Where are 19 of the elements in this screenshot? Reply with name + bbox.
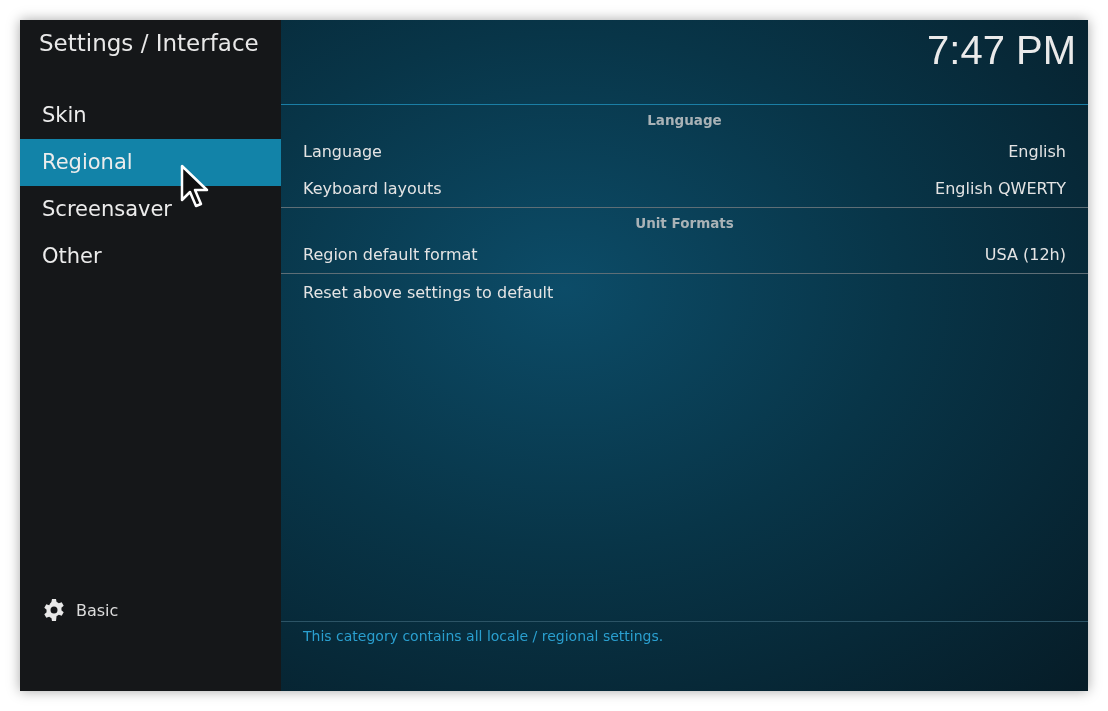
setting-label[interactable]: Keyboard layouts — [303, 179, 442, 198]
reset-button[interactable]: Reset above settings to default — [303, 283, 554, 302]
setting-value[interactable]: English — [1008, 142, 1066, 161]
category-description: This category contains all locale / regional settings. — [303, 628, 664, 644]
sidebar-item[interactable]: Skin — [20, 92, 281, 139]
clock: 7:47 PM — [926, 27, 1077, 74]
setting-value[interactable]: English QWERTY — [935, 179, 1066, 198]
cursor-icon — [180, 164, 210, 210]
settings-icon — [42, 598, 66, 622]
sidebar-item[interactable]: Other — [20, 233, 281, 280]
sidebar-item[interactable]: Screensaver — [20, 186, 281, 233]
section-header: Language — [646, 111, 723, 130]
settings-level-button[interactable]: Basic — [42, 598, 119, 622]
window-title: Settings / Interface — [38, 29, 260, 58]
sidebar-item[interactable]: Regional — [20, 139, 281, 186]
setting-label[interactable]: Region default format — [303, 245, 478, 264]
setting-value[interactable]: USA (12h) — [984, 245, 1066, 264]
setting-label[interactable]: Language — [303, 142, 382, 161]
section-header: Unit Formats — [634, 214, 735, 233]
